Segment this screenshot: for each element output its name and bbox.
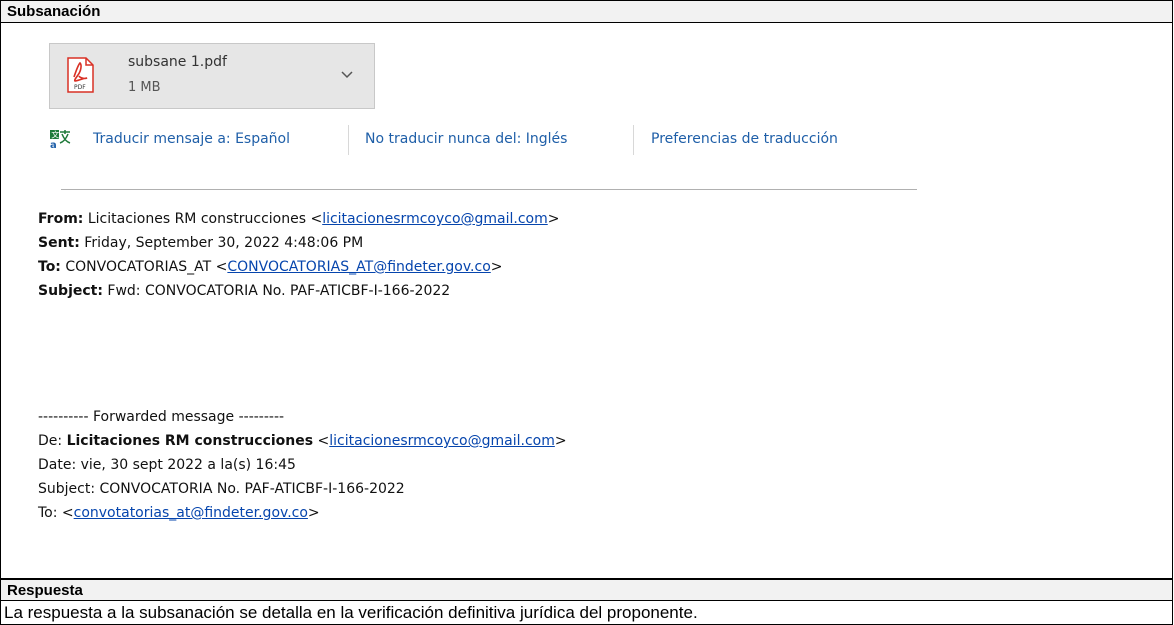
svg-text:a: a	[50, 140, 57, 149]
forwarded-subject: Subject: CONVOCATORIA No. PAF-ATICBF-I-1…	[38, 481, 405, 497]
forwarded-de: De: Licitaciones RM construcciones <lici…	[38, 429, 567, 453]
chevron-down-icon[interactable]	[340, 70, 354, 80]
email-from: From: Licitaciones RM construcciones <li…	[38, 207, 559, 231]
from-email-link[interactable]: licitacionesrmcoyco@gmail.com	[322, 211, 548, 227]
bracket: >	[490, 259, 503, 275]
subsanacion-header: Subsanación	[0, 0, 1173, 22]
subject-label: Subject:	[38, 283, 103, 299]
svg-text:PDF: PDF	[74, 84, 86, 91]
bracket: <	[313, 433, 330, 449]
email-subject: Subject: Fwd: CONVOCATORIA No. PAF-ATICB…	[38, 279, 450, 303]
de-label: De:	[38, 433, 67, 449]
translation-preferences-link[interactable]: Preferencias de traducción	[651, 131, 838, 147]
to-email-link[interactable]: CONVOCATORIAS_AT@findeter.gov.co	[227, 259, 490, 275]
to-name: CONVOCATORIAS_AT <	[65, 259, 228, 275]
subsanacion-content: PDF subsane 1.pdf 1 MB 文 a Traducir mens…	[0, 22, 1173, 579]
translate-icon: 文 a	[50, 130, 71, 149]
never-translate-link[interactable]: No traducir nunca del: Inglés	[365, 131, 567, 147]
bracket: >	[554, 433, 567, 449]
attachment-name: subsane 1.pdf	[128, 54, 227, 70]
translate-message-link[interactable]: Traducir mensaje a: Español	[93, 131, 290, 147]
sent-value: Friday, September 30, 2022 4:48:06 PM	[84, 235, 364, 251]
email-to: To: CONVOCATORIAS_AT <CONVOCATORIAS_AT@f…	[38, 255, 503, 279]
forwarded-to-email-link[interactable]: convotatorias_at@findeter.gov.co	[74, 505, 308, 521]
attachment-card[interactable]: PDF subsane 1.pdf 1 MB	[49, 43, 375, 109]
respuesta-header: Respuesta	[0, 579, 1173, 601]
respuesta-content: La respuesta a la subsanación se detalla…	[0, 601, 1173, 625]
de-email-link[interactable]: licitacionesrmcoyco@gmail.com	[329, 433, 555, 449]
document-table: Subsanación PDF subsane 1.pdf 1 MB 文 a T…	[0, 0, 1173, 625]
divider	[61, 189, 917, 190]
separator	[348, 125, 349, 155]
separator	[633, 125, 634, 155]
from-label: From:	[38, 211, 84, 227]
svg-text:文: 文	[51, 130, 59, 140]
attachment-size: 1 MB	[128, 80, 161, 95]
bracket: >	[547, 211, 560, 227]
respuesta-title: Respuesta	[7, 582, 83, 599]
email-sent: Sent: Friday, September 30, 2022 4:48:06…	[38, 231, 363, 255]
forwarded-header: ---------- Forwarded message ---------	[38, 409, 285, 425]
to-label: To:	[38, 259, 61, 275]
from-name: Licitaciones RM construcciones <	[87, 211, 323, 227]
to-label: To: <	[38, 505, 74, 521]
pdf-icon: PDF	[67, 57, 94, 93]
sent-label: Sent:	[38, 235, 80, 251]
subject-value: Fwd: CONVOCATORIA No. PAF-ATICBF-I-166-2…	[107, 283, 451, 299]
bracket: >	[307, 505, 320, 521]
de-name: Licitaciones RM construcciones	[66, 433, 314, 449]
forwarded-to: To: <convotatorias_at@findeter.gov.co>	[38, 501, 320, 525]
translate-bar: 文 a Traducir mensaje a: Español No tradu…	[49, 123, 919, 155]
forwarded-date: Date: vie, 30 sept 2022 a la(s) 16:45	[38, 457, 296, 473]
subsanacion-title: Subsanación	[7, 3, 101, 20]
